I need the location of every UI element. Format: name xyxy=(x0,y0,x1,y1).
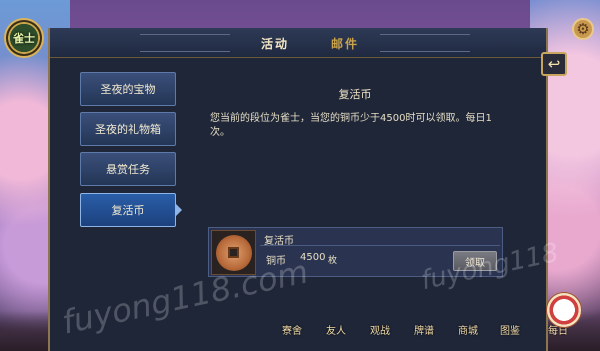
header-ornament xyxy=(380,34,470,52)
bottom-nav-shop[interactable]: 商城 xyxy=(458,322,478,337)
tab-mail[interactable]: 邮件 xyxy=(320,32,370,54)
bottom-nav-friends[interactable]: 友人 xyxy=(326,322,346,337)
tab-activity[interactable]: 活动 xyxy=(250,32,300,54)
bottom-nav-catalog[interactable]: 图鉴 xyxy=(500,322,520,337)
bottom-nav-spectate[interactable]: 观战 xyxy=(370,322,390,337)
active-indicator xyxy=(176,204,182,216)
gear-icon[interactable]: ⚙ xyxy=(572,18,594,40)
content-title: 复活币 xyxy=(338,88,372,101)
sidebar-item-christmas-gift-box[interactable]: 圣夜的礼物箱 xyxy=(80,112,176,146)
coin-hole xyxy=(228,247,239,258)
divider xyxy=(260,245,500,246)
bottom-nav-dorm[interactable]: 寮舍 xyxy=(282,322,302,337)
sidebar-item-revive-coin[interactable]: 复活币 xyxy=(80,193,176,227)
header-ornament xyxy=(140,34,230,52)
sidebar-item-bounty-tasks[interactable]: 悬赏任务 xyxy=(80,152,176,186)
bottom-nav-replays[interactable]: 牌谱 xyxy=(414,322,434,337)
back-arrow-icon[interactable]: ↩ xyxy=(541,52,567,76)
mascot-icon[interactable] xyxy=(546,292,582,328)
content-description: 您当前的段位为雀士，当您的铜币少于4500时可以领取。每日1次。 xyxy=(210,113,492,138)
rank-badge[interactable]: 雀士 xyxy=(4,18,44,58)
sidebar-item-christmas-treasure[interactable]: 圣夜的宝物 xyxy=(80,72,176,106)
reward-unit: 枚 xyxy=(328,256,338,266)
panel-header: 活动 邮件 xyxy=(50,28,546,58)
